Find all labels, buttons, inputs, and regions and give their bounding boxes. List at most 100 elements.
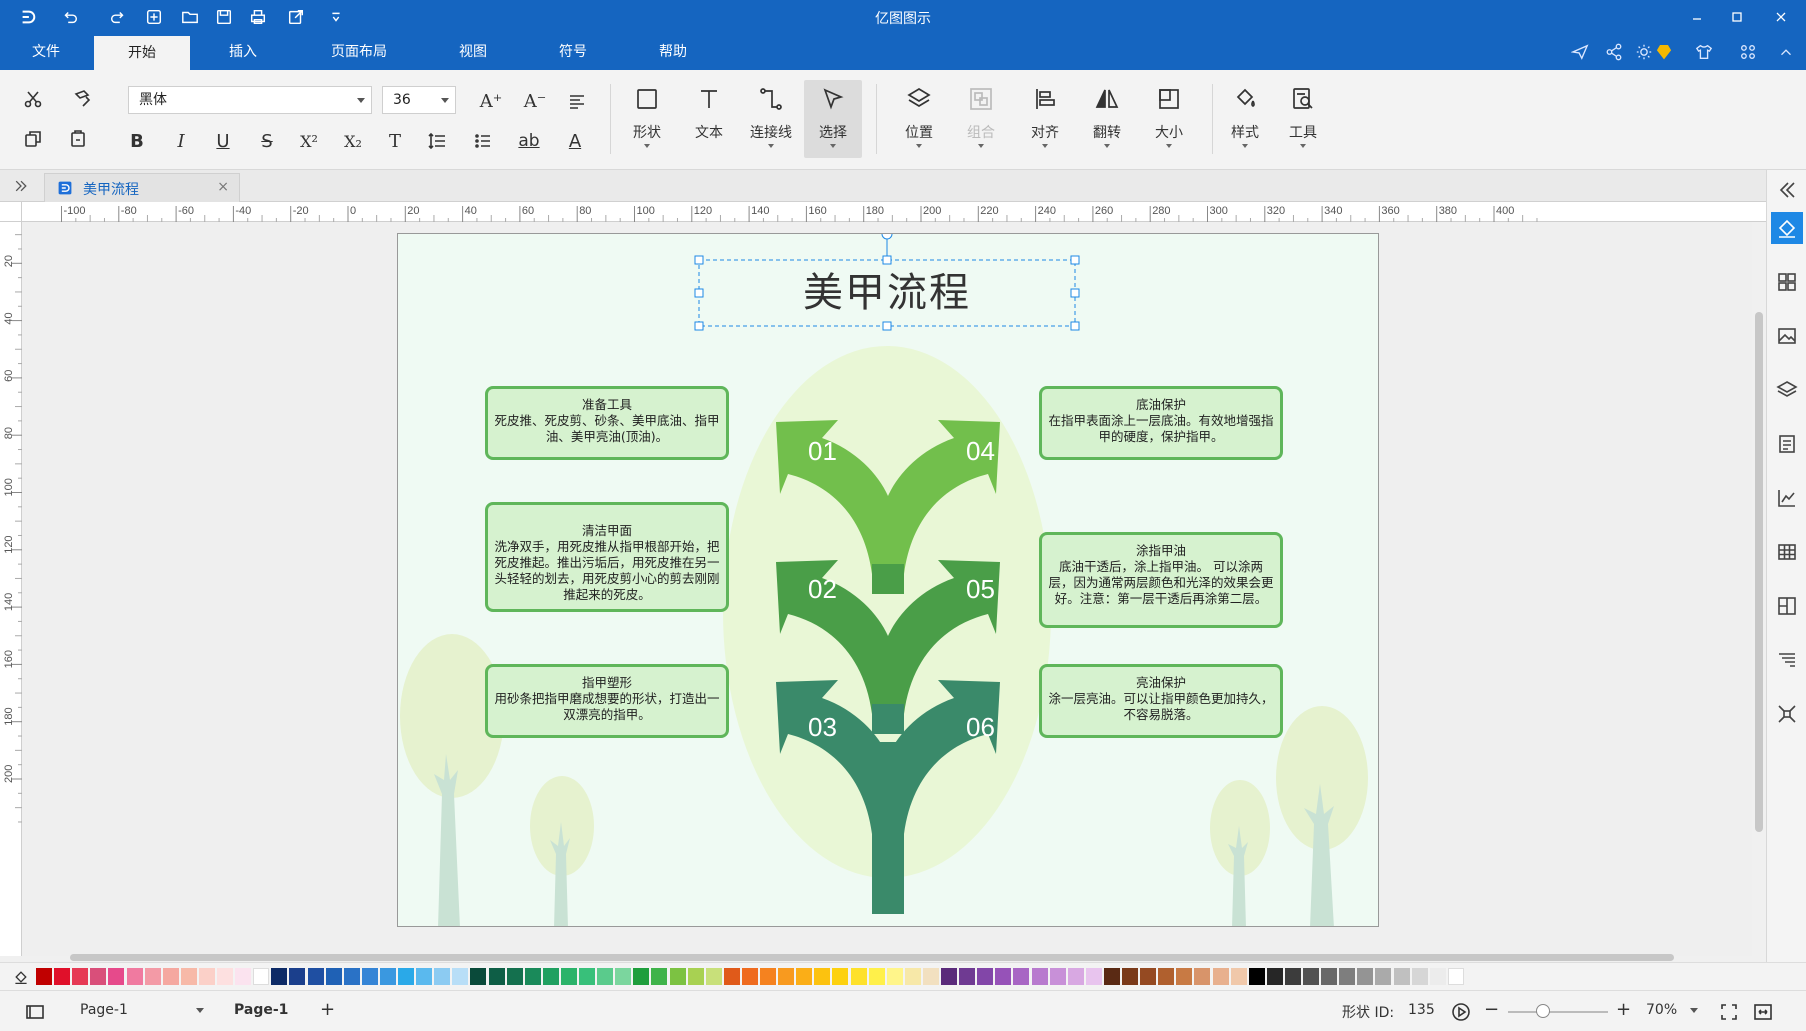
color-swatch[interactable] [72, 968, 89, 985]
color-swatch[interactable] [1103, 968, 1120, 985]
color-swatch[interactable] [814, 968, 831, 985]
chevron-down-icon[interactable] [1690, 1008, 1698, 1013]
zoom-value[interactable]: 70% [1646, 1002, 1677, 1018]
color-swatch[interactable] [1067, 968, 1084, 985]
connect-icon[interactable] [1771, 698, 1803, 730]
color-swatch[interactable] [941, 968, 957, 985]
color-swatch[interactable] [977, 968, 994, 985]
step-box-05[interactable]: 涂指甲油 底油干透后，涂上指甲油。 可以涂两层，因为通常两层颜色和光泽的效果会更… [1039, 532, 1283, 628]
color-swatch[interactable] [597, 968, 614, 985]
color-swatch[interactable] [959, 968, 976, 985]
color-swatch[interactable] [379, 968, 396, 985]
close-tab-icon[interactable]: × [217, 179, 229, 195]
color-swatch[interactable] [1013, 968, 1030, 985]
color-swatch[interactable] [705, 968, 722, 985]
color-swatch[interactable] [1122, 968, 1138, 985]
color-swatch[interactable] [398, 968, 414, 985]
canvas-area[interactable]: 01 04 02 05 03 06 美甲流程 准备工具 死皮推、死皮剪、砂条、美… [22, 222, 1752, 956]
menu-tab-home[interactable]: 开始 [94, 36, 190, 70]
shrink-font-button[interactable]: A⁻ [520, 86, 550, 116]
color-swatch[interactable] [162, 968, 179, 985]
color-swatch[interactable] [361, 968, 378, 985]
play-presentation-icon[interactable] [1448, 999, 1474, 1025]
font-family-select[interactable]: 黑体 [128, 86, 372, 114]
close-window-icon[interactable] [1758, 0, 1804, 34]
copy-icon[interactable] [18, 124, 48, 154]
page-tab-active[interactable]: Page-1 [234, 1002, 288, 1018]
color-swatch[interactable] [90, 968, 107, 985]
chevron-down-icon[interactable] [196, 1008, 204, 1013]
color-swatch[interactable] [307, 968, 324, 985]
color-swatch[interactable] [325, 968, 342, 985]
color-swatch[interactable] [760, 968, 776, 985]
highlight-button[interactable]: ab [514, 126, 544, 156]
color-swatch[interactable] [1212, 968, 1229, 985]
color-swatch[interactable] [615, 968, 632, 985]
color-swatch[interactable] [416, 968, 433, 985]
horizontal-scroll-thumb[interactable] [70, 954, 1674, 961]
superscript-button[interactable]: X² [294, 126, 324, 156]
presentation-icon[interactable] [1771, 644, 1803, 676]
color-swatch[interactable] [1429, 968, 1446, 985]
align-button[interactable]: 对齐 [1016, 80, 1074, 158]
bullet-list-icon[interactable] [468, 126, 498, 156]
color-swatch[interactable] [796, 968, 813, 985]
color-swatch[interactable] [1284, 968, 1301, 985]
menu-tab-page-layout[interactable]: 页面布局 [314, 34, 404, 70]
color-swatch[interactable] [36, 968, 52, 985]
zoom-in-button[interactable]: + [1616, 999, 1631, 1020]
step-box-02[interactable]: 清洁甲面 洗净双手，用死皮推从指甲根部开始，把死皮推起。推出污垢后，用死皮推在另… [485, 502, 729, 612]
premium-diamond-icon[interactable] [1652, 40, 1676, 64]
text-type-button[interactable]: T [380, 126, 410, 156]
color-swatch[interactable] [289, 968, 306, 985]
position-button[interactable]: 位置 [890, 80, 948, 158]
layout-icon[interactable] [1771, 590, 1803, 622]
page-selector[interactable]: Page-1 [80, 1002, 128, 1018]
horizontal-scrollbar[interactable] [22, 952, 1752, 962]
document-tab[interactable]: 美甲流程 × [44, 173, 240, 202]
grow-font-button[interactable]: A⁺ [476, 86, 506, 116]
maximize-icon[interactable] [1714, 0, 1760, 34]
drawing-page[interactable]: 01 04 02 05 03 06 美甲流程 准备工具 死皮推、死皮剪、砂条、美… [397, 233, 1379, 927]
vertical-scroll-thumb[interactable] [1755, 312, 1763, 832]
font-size-select[interactable]: 36 [382, 86, 456, 114]
color-swatch[interactable] [886, 968, 903, 985]
paste-icon[interactable] [64, 124, 94, 154]
menu-tab-view[interactable]: 视图 [440, 34, 506, 70]
color-swatch[interactable] [343, 968, 360, 985]
add-page-button[interactable]: + [320, 999, 335, 1020]
expand-panel-icon[interactable] [10, 176, 32, 196]
color-swatch[interactable] [741, 968, 758, 985]
symbol-library-icon[interactable] [1771, 266, 1803, 298]
step-box-04[interactable]: 底油保护 在指甲表面涂上一层底油。有效地增强指甲的硬度，保护指甲。 [1039, 386, 1283, 460]
color-swatch[interactable] [651, 968, 668, 985]
format-painter-icon[interactable] [68, 84, 98, 114]
fullscreen-icon[interactable] [1750, 999, 1776, 1025]
step-box-03[interactable]: 指甲塑形 用砂条把指甲磨成想要的形状，打造出一双漂亮的指甲。 [485, 664, 729, 738]
color-swatch[interactable] [54, 968, 71, 985]
color-swatch[interactable] [922, 968, 939, 985]
menu-tab-symbol[interactable]: 符号 [540, 34, 606, 70]
color-swatch[interactable] [1447, 968, 1464, 985]
color-swatch[interactable] [669, 968, 686, 985]
zoom-out-button[interactable]: − [1484, 999, 1499, 1020]
bold-button[interactable]: B [122, 126, 152, 156]
underline-button[interactable]: U [208, 126, 238, 156]
color-swatch[interactable] [1176, 968, 1193, 985]
color-swatch[interactable] [1266, 968, 1283, 985]
color-swatch[interactable] [850, 968, 867, 985]
color-swatch[interactable] [108, 968, 125, 985]
color-swatch[interactable] [506, 968, 523, 985]
color-swatch[interactable] [1303, 968, 1319, 985]
color-swatch[interactable] [1339, 968, 1356, 985]
color-swatch[interactable] [904, 968, 921, 985]
color-swatch[interactable] [1194, 968, 1211, 985]
color-swatch[interactable] [832, 968, 849, 985]
step-box-01[interactable]: 准备工具 死皮推、死皮剪、砂条、美甲底油、指甲油、美甲亮油(顶油)。 [485, 386, 729, 460]
text-button[interactable]: 文本 [680, 80, 738, 158]
style-button[interactable]: 样式 [1216, 80, 1274, 158]
color-swatch[interactable] [1357, 968, 1374, 985]
group-button[interactable]: 组合 [952, 80, 1010, 158]
shape-button[interactable]: 形状 [618, 80, 676, 158]
zoom-slider-track[interactable] [1508, 1011, 1608, 1013]
